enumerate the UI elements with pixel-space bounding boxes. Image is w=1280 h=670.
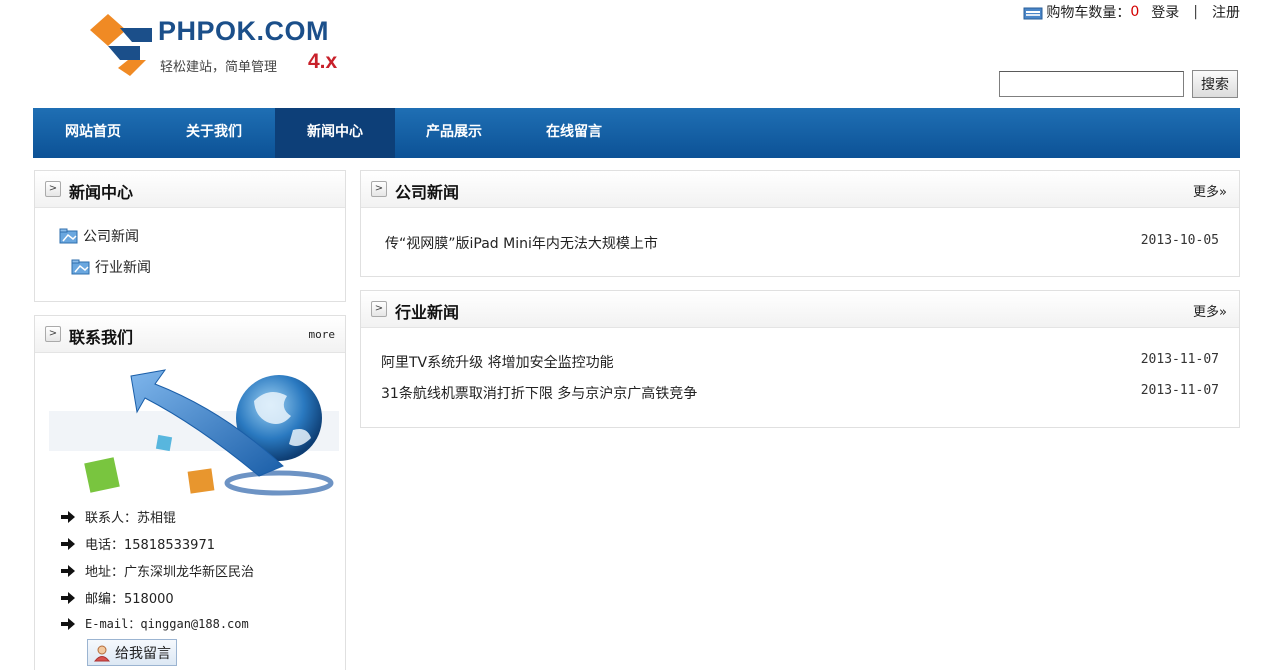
news-center-panel: > 新闻中心 公司新闻 行业新闻 xyxy=(34,170,346,302)
chevron-right-icon: > xyxy=(45,326,61,342)
top-bar: 购物车数量： 0 登录 | 注册 xyxy=(1023,2,1240,22)
company-news-header: > 公司新闻 更多» xyxy=(361,171,1239,208)
news-date: 2013-11-07 xyxy=(1140,383,1219,398)
chevron-right-icon: > xyxy=(371,181,387,197)
category-industry-news[interactable]: 行业新闻 xyxy=(71,257,151,277)
arrow-right-icon xyxy=(61,510,75,523)
nav-item-message[interactable]: 在线留言 xyxy=(513,108,635,158)
contact-person-text: 联系人：苏相锟 xyxy=(85,511,177,526)
contact-zip: 邮编：518000 xyxy=(61,588,174,607)
contact-panel: > 联系我们 more 联系人：苏相锟 电话：15818533971 地址：广东… xyxy=(34,315,346,670)
contact-title: 联系我们 xyxy=(69,328,134,347)
register-link[interactable]: 注册 xyxy=(1212,2,1240,22)
contact-email-text: E-mail：qinggan@188.com xyxy=(85,617,249,631)
news-title[interactable]: 传“视网膜”版iPad Mini年内无法大规模上市 xyxy=(385,233,658,253)
nav-item-home[interactable]: 网站首页 xyxy=(33,108,153,158)
contact-address: 地址：广东深圳龙华新区民治 xyxy=(61,561,254,580)
contact-header: > 联系我们 more xyxy=(35,316,345,353)
site-logo[interactable]: PHPOK.COM 轻松建站，简单管理 4.x xyxy=(90,12,360,82)
contact-more-link[interactable]: more xyxy=(309,328,336,341)
chevron-right-icon: > xyxy=(371,301,387,317)
contact-address-text: 地址：广东深圳龙华新区民治 xyxy=(85,565,255,580)
cart-count[interactable]: 0 xyxy=(1130,4,1139,20)
cart-icon xyxy=(1023,7,1043,19)
contact-person: 联系人：苏相锟 xyxy=(61,507,176,526)
search-form: 搜索 xyxy=(999,70,1238,98)
news-item[interactable]: 阿里TV系统升级 将增加安全监控功能 2013-11-07 xyxy=(381,352,1219,372)
logo-name: PHPOK.COM xyxy=(158,16,330,46)
industry-news-title: 行业新闻 xyxy=(395,303,460,322)
arrow-right-icon xyxy=(61,537,75,550)
category-label: 行业新闻 xyxy=(95,260,151,276)
industry-news-header: > 行业新闻 更多» xyxy=(361,291,1239,328)
news-date: 2013-11-07 xyxy=(1140,352,1219,367)
topbar-separator: | xyxy=(1193,4,1198,20)
news-title[interactable]: 31条航线机票取消打折下限 多与京沪京广高铁竞争 xyxy=(381,383,697,403)
news-item[interactable]: 31条航线机票取消打折下限 多与京沪京广高铁竞争 2013-11-07 xyxy=(381,383,1219,403)
contact-illustration xyxy=(49,369,339,496)
user-icon xyxy=(93,645,111,661)
contact-zip-text: 邮编：518000 xyxy=(85,592,174,607)
search-button[interactable]: 搜索 xyxy=(1192,70,1238,98)
news-center-title: 新闻中心 xyxy=(69,183,134,202)
leave-message-button[interactable]: 给我留言 xyxy=(87,639,177,666)
news-title[interactable]: 阿里TV系统升级 将增加安全监控功能 xyxy=(381,352,614,372)
main-nav: 网站首页 关于我们 新闻中心 产品展示 在线留言 xyxy=(33,108,1240,158)
arrow-right-icon xyxy=(61,564,75,577)
leave-message-label: 给我留言 xyxy=(115,645,171,662)
logo-mark-icon xyxy=(90,14,152,76)
nav-item-products[interactable]: 产品展示 xyxy=(395,108,513,158)
category-company-news[interactable]: 公司新闻 xyxy=(59,226,139,246)
logo-slogan: 轻松建站，简单管理 xyxy=(160,60,278,75)
logo-version: 4.x xyxy=(308,50,338,73)
category-label: 公司新闻 xyxy=(83,229,139,245)
chevron-right-icon: > xyxy=(45,181,61,197)
search-input[interactable] xyxy=(999,71,1184,97)
news-center-header: > 新闻中心 xyxy=(35,171,345,208)
arrow-right-icon xyxy=(61,591,75,604)
nav-item-news[interactable]: 新闻中心 xyxy=(275,108,395,158)
login-link[interactable]: 登录 xyxy=(1151,2,1179,22)
contact-phone: 电话：15818533971 xyxy=(61,534,215,553)
company-news-title: 公司新闻 xyxy=(395,183,460,202)
contact-phone-text: 电话：15818533971 xyxy=(85,538,215,553)
news-item[interactable]: 传“视网膜”版iPad Mini年内无法大规模上市 2013-10-05 xyxy=(385,233,1219,253)
company-news-more-link[interactable]: 更多» xyxy=(1193,181,1227,200)
folder-icon xyxy=(59,228,78,244)
arrow-right-icon xyxy=(61,617,75,630)
industry-news-more-link[interactable]: 更多» xyxy=(1193,301,1227,320)
nav-item-about[interactable]: 关于我们 xyxy=(153,108,275,158)
industry-news-panel: > 行业新闻 更多» 阿里TV系统升级 将增加安全监控功能 2013-11-07… xyxy=(360,290,1240,428)
folder-icon xyxy=(71,259,90,275)
company-news-panel: > 公司新闻 更多» 传“视网膜”版iPad Mini年内无法大规模上市 201… xyxy=(360,170,1240,277)
cart-label: 购物车数量： xyxy=(1046,5,1131,21)
news-date: 2013-10-05 xyxy=(1140,233,1219,248)
contact-email: E-mail：qinggan@188.com xyxy=(61,615,249,632)
